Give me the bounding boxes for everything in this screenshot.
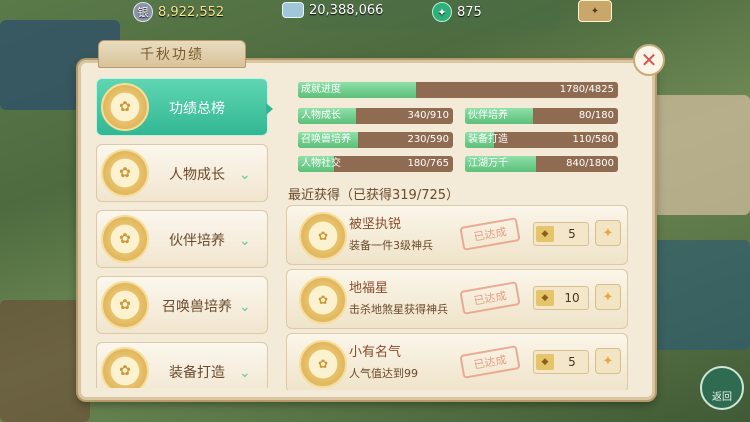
progress-label: 伙伴培养 bbox=[468, 110, 508, 121]
sidebar-item-character-growth[interactable]: ✿ 人物成长 ⌄ bbox=[96, 144, 268, 202]
progress-label: 召唤兽培养 bbox=[301, 134, 351, 145]
sidebar-item-label: 功绩总榜 bbox=[169, 101, 225, 117]
reward-button[interactable]: ✦ bbox=[595, 348, 621, 374]
medal-icon: ✿ bbox=[101, 149, 149, 197]
category-progress-bar: 伙伴培养 80/180 bbox=[465, 108, 618, 124]
chevron-down-icon: ⌄ bbox=[239, 299, 251, 315]
achieved-stamp: 已达成 bbox=[459, 345, 521, 379]
progress-label: 江湖万千 bbox=[468, 158, 508, 169]
currency-bar: 银 8,922,552 20,388,066 ✦ 875 ✦ bbox=[0, 0, 750, 24]
achievement-name: 地福星 bbox=[349, 281, 389, 296]
achievement-row[interactable]: ✿ 地福星 击杀地煞星获得神兵 已达成 ◆ 10 ✦ bbox=[286, 269, 628, 329]
progress-value: 80/180 bbox=[578, 110, 614, 121]
shop-icon[interactable]: ✦ bbox=[578, 0, 612, 22]
chevron-down-icon: ⌄ bbox=[239, 365, 251, 381]
points-icon: ◆ bbox=[536, 290, 554, 306]
progress-value: 180/765 bbox=[407, 158, 449, 169]
coin-pile-icon bbox=[282, 2, 304, 18]
medal-icon: ✿ bbox=[299, 276, 347, 324]
back-button-label: 返回 bbox=[712, 392, 732, 403]
sidebar-item-equipment[interactable]: ✿ 装备打造 ⌄ bbox=[96, 342, 268, 388]
category-progress-bar: 人物成长 340/910 bbox=[298, 108, 453, 124]
progress-label: 成就进度 bbox=[301, 84, 341, 95]
medal-icon: ✿ bbox=[101, 215, 149, 263]
sidebar-item-partner[interactable]: ✿ 伙伴培养 ⌄ bbox=[96, 210, 268, 268]
category-sidebar: ✿ 功绩总榜 ✿ 人物成长 ⌄ ✿ 伙伴培养 ⌄ ✿ 召唤兽培养 ⌄ ✿ 装备打… bbox=[96, 78, 268, 388]
medal-icon: ✿ bbox=[299, 212, 347, 260]
achievement-desc: 装备一件3级神兵 bbox=[349, 239, 433, 252]
progress-value: 1780/4825 bbox=[559, 84, 614, 95]
points-value: 5 bbox=[568, 355, 576, 369]
achieved-stamp: 已达成 bbox=[459, 217, 521, 251]
progress-label: 人物社交 bbox=[301, 158, 341, 169]
points-value: 10 bbox=[564, 291, 580, 305]
medal-icon: ✿ bbox=[101, 281, 149, 329]
reward-button[interactable]: ✦ bbox=[595, 220, 621, 246]
close-button[interactable]: ✕ bbox=[633, 44, 665, 76]
coin-resource: 20,388,066 bbox=[282, 2, 383, 18]
achievement-name: 小有名气 bbox=[349, 345, 402, 360]
sidebar-item-overall[interactable]: ✿ 功绩总榜 bbox=[96, 78, 268, 136]
points-icon: ◆ bbox=[536, 354, 554, 370]
silver-value: 8,922,552 bbox=[158, 4, 225, 20]
category-progress-bar: 江湖万千 840/1800 bbox=[465, 156, 618, 172]
recent-section-title: 最近获得（已获得319/725） bbox=[288, 188, 460, 203]
sidebar-item-label: 装备打造 bbox=[169, 365, 225, 381]
silver-coin-icon: 银 bbox=[133, 2, 153, 22]
sidebar-item-label: 召唤兽培养 bbox=[162, 299, 232, 315]
reward-icon: ✦ bbox=[602, 225, 614, 241]
achievement-desc: 击杀地煞星获得神兵 bbox=[349, 303, 448, 316]
progress-value: 230/590 bbox=[407, 134, 449, 145]
chevron-down-icon: ⌄ bbox=[239, 233, 251, 249]
recent-achievement-list[interactable]: ✿ 被坚执锐 装备一件3级神兵 已达成 ◆ 5 ✦ ✿ 地福星 击杀地煞星获得神… bbox=[286, 205, 628, 390]
category-progress-bar: 装备打造 110/580 bbox=[465, 132, 618, 148]
points-value: 5 bbox=[568, 227, 576, 241]
achievement-points: ◆ 5 bbox=[533, 350, 589, 374]
overall-progress-bar: 成就进度 1780/4825 bbox=[298, 82, 618, 98]
achievement-desc: 人气值达到99 bbox=[349, 367, 418, 380]
back-button[interactable]: 返回 bbox=[700, 366, 744, 410]
achieved-stamp: 已达成 bbox=[459, 281, 521, 315]
silver-resource: 银 8,922,552 bbox=[133, 2, 224, 22]
progress-value: 340/910 bbox=[407, 110, 449, 121]
jade-value: 875 bbox=[457, 4, 482, 20]
achievement-row[interactable]: ✿ 小有名气 人气值达到99 已达成 ◆ 5 ✦ bbox=[286, 333, 628, 390]
achievement-points: ◆ 10 bbox=[533, 286, 589, 310]
jade-resource[interactable]: ✦ 875 bbox=[432, 2, 482, 22]
progress-label: 人物成长 bbox=[301, 110, 341, 121]
achievement-name: 被坚执锐 bbox=[349, 217, 402, 232]
medal-icon: ✿ bbox=[299, 340, 347, 388]
reward-button[interactable]: ✦ bbox=[595, 284, 621, 310]
sidebar-item-label: 人物成长 bbox=[169, 167, 225, 183]
medal-icon: ✿ bbox=[101, 347, 149, 388]
sidebar-item-summon[interactable]: ✿ 召唤兽培养 ⌄ bbox=[96, 276, 268, 334]
reward-icon: ✦ bbox=[602, 289, 614, 305]
active-indicator-icon bbox=[266, 103, 273, 115]
chevron-down-icon: ⌄ bbox=[239, 167, 251, 183]
points-icon: ◆ bbox=[536, 226, 554, 242]
achievement-row[interactable]: ✿ 被坚执锐 装备一件3级神兵 已达成 ◆ 5 ✦ bbox=[286, 205, 628, 265]
progress-label: 装备打造 bbox=[468, 134, 508, 145]
reward-icon: ✦ bbox=[602, 353, 614, 369]
medal-icon: ✿ bbox=[101, 83, 149, 131]
coin-value: 20,388,066 bbox=[309, 2, 384, 18]
progress-value: 110/580 bbox=[572, 134, 614, 145]
sidebar-item-label: 伙伴培养 bbox=[169, 233, 225, 249]
category-progress-bar: 召唤兽培养 230/590 bbox=[298, 132, 453, 148]
jade-icon: ✦ bbox=[432, 2, 452, 22]
progress-value: 840/1800 bbox=[566, 158, 614, 169]
category-progress-bar: 人物社交 180/765 bbox=[298, 156, 453, 172]
panel-title: 千秋功绩 bbox=[98, 40, 246, 68]
progress-stats: 成就进度 1780/4825 人物成长 340/910 伙伴培养 80/180 … bbox=[298, 82, 620, 177]
close-icon: ✕ bbox=[640, 48, 658, 72]
achievement-points: ◆ 5 bbox=[533, 222, 589, 246]
